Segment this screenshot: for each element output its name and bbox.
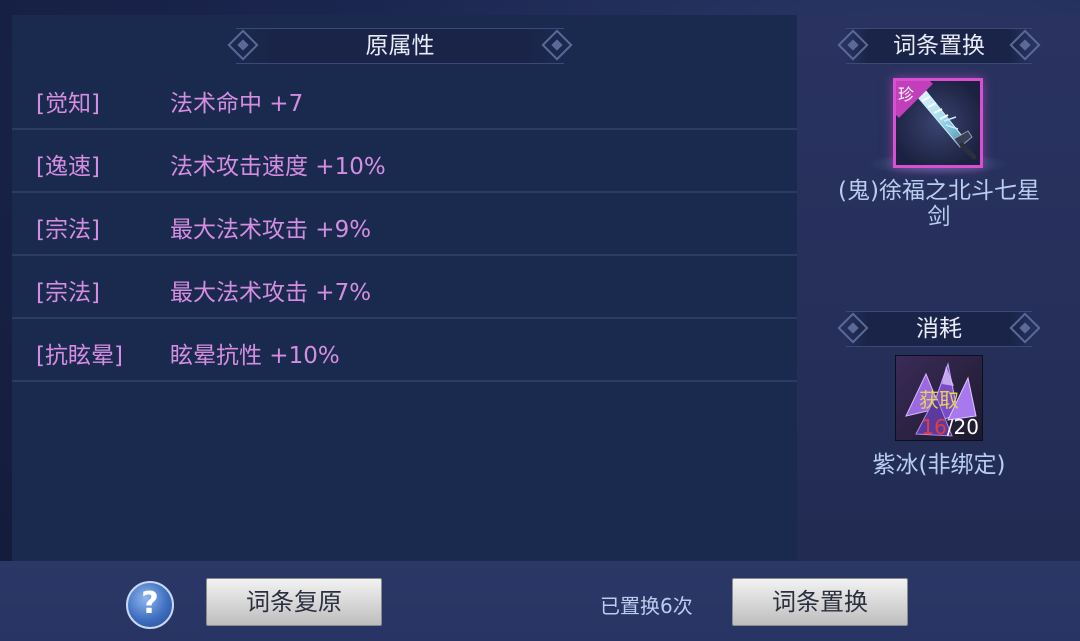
obtain-label: 获取 bbox=[919, 388, 959, 412]
cost-header: 消耗 bbox=[837, 311, 1041, 347]
material-count-separator: / bbox=[946, 415, 954, 439]
attribute-tag: [抗眩晕] bbox=[36, 343, 123, 369]
attribute-row: [逸速] 法术攻击速度 +10% bbox=[12, 131, 797, 193]
attribute-tag: [逸速] bbox=[36, 154, 100, 180]
attribute-tag: [觉知] bbox=[36, 91, 100, 117]
material-need-count: 20 bbox=[953, 415, 979, 439]
attribute-value: 法术命中 +7 bbox=[170, 91, 304, 117]
weapon-name-line2: 剑 bbox=[927, 204, 951, 230]
restore-attributes-button[interactable]: 词条复原 bbox=[206, 578, 382, 626]
attribute-row: [觉知] 法术命中 +7 bbox=[12, 68, 797, 130]
replace-attributes-button[interactable]: 词条置换 bbox=[732, 578, 908, 626]
replace-title: 词条置换 bbox=[893, 33, 985, 59]
rarity-label: 珍 bbox=[898, 85, 915, 104]
attribute-value: 眩晕抗性 +10% bbox=[170, 343, 340, 369]
attribute-value: 最大法术攻击 +7% bbox=[170, 280, 372, 306]
weapon-item-slot[interactable]: 珍 bbox=[893, 78, 983, 168]
material-have-count: 16 bbox=[921, 415, 947, 439]
cost-title: 消耗 bbox=[916, 316, 962, 342]
weapon-name: (鬼)徐福之北斗七星 剑 bbox=[815, 178, 1063, 230]
attribute-row: [宗法] 最大法术攻击 +9% bbox=[12, 194, 797, 256]
attribute-value: 法术攻击速度 +10% bbox=[170, 154, 386, 180]
material-item-slot[interactable]: 获取 16/20 bbox=[895, 355, 983, 441]
replaced-count-text: 已置换6次 bbox=[600, 594, 693, 618]
weapon-name-line1: (鬼)徐福之北斗七星 bbox=[838, 178, 1040, 204]
attribute-row: [抗眩晕] 眩晕抗性 +10% bbox=[12, 320, 797, 382]
attribute-value: 最大法术攻击 +9% bbox=[170, 217, 372, 243]
help-button[interactable]: ? bbox=[126, 581, 174, 629]
material-count: 16/20 bbox=[921, 415, 979, 439]
original-attributes-title: 原属性 bbox=[365, 33, 435, 59]
attribute-tag: [宗法] bbox=[36, 280, 100, 306]
attribute-row: [宗法] 最大法术攻击 +7% bbox=[12, 257, 797, 319]
original-attributes-header: 原属性 bbox=[227, 28, 573, 64]
replace-header: 词条置换 bbox=[837, 28, 1041, 64]
material-name: 紫冰(非绑定) bbox=[872, 452, 1006, 478]
attribute-tag: [宗法] bbox=[36, 217, 100, 243]
